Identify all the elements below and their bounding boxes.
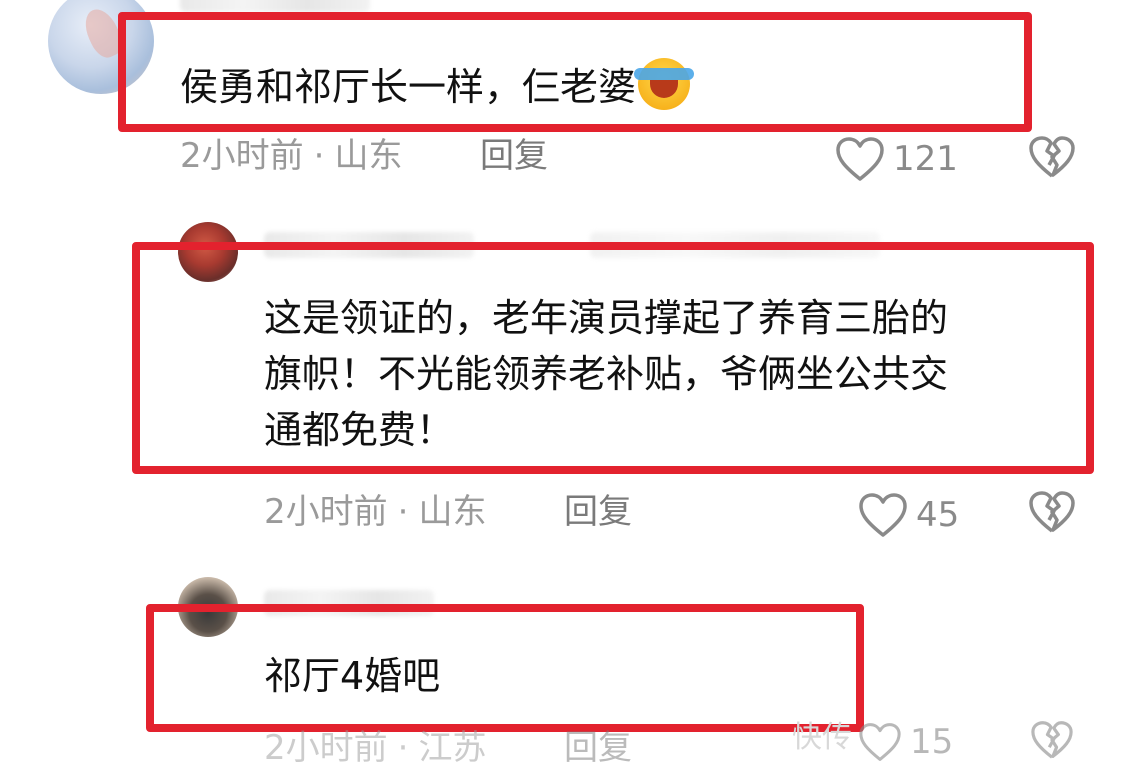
dislike-broken-heart-icon[interactable]: [1028, 135, 1076, 179]
laughing-crying-emoji-icon: [634, 58, 695, 110]
comment-time: 2小时前: [264, 728, 388, 768]
like-button[interactable]: 121: [835, 136, 958, 182]
comment-meta: 2小时前 · 江苏: [264, 728, 486, 768]
meta-separator: ·: [397, 728, 409, 768]
comment-time: 2小时前: [180, 136, 304, 176]
comment-location: 江苏: [418, 728, 487, 768]
heart-icon: [836, 137, 884, 181]
meta-separator: ·: [313, 136, 325, 176]
comment-location: 山东: [418, 492, 487, 532]
meta-separator: ·: [397, 492, 409, 532]
comment-meta: 2小时前 · 山东: [264, 492, 486, 532]
comment-meta: 2小时前 · 山东: [180, 136, 402, 176]
like-count: 15: [910, 722, 954, 762]
heart-icon: [859, 723, 901, 761]
like-button[interactable]: 15: [858, 722, 953, 762]
reply-button[interactable]: 回复: [480, 136, 548, 176]
watermark: 快传: [792, 720, 852, 755]
heart-icon: [859, 493, 907, 537]
dislike-broken-heart-icon[interactable]: [1028, 490, 1076, 534]
comment-text: 侯勇和祁厅长一样，仨老婆: [180, 58, 695, 115]
like-button[interactable]: 45: [858, 492, 959, 538]
comment-text: 这是领证的，老年演员撑起了养育三胎的 旗帜！不光能领养老补贴，爷俩坐公共交 通都…: [264, 296, 949, 452]
like-count: 45: [916, 495, 960, 535]
like-count: 121: [893, 139, 958, 179]
comment-location: 山东: [334, 136, 403, 176]
reply-button[interactable]: 回复: [564, 728, 632, 768]
dislike-broken-heart-icon[interactable]: [1030, 720, 1074, 760]
reply-button[interactable]: 回复: [564, 492, 632, 532]
comment-text: 祁厅4婚吧: [264, 654, 441, 698]
highlight-box: [146, 604, 864, 732]
comment-time: 2小时前: [264, 492, 388, 532]
username-blurred[interactable]: [180, 0, 370, 12]
